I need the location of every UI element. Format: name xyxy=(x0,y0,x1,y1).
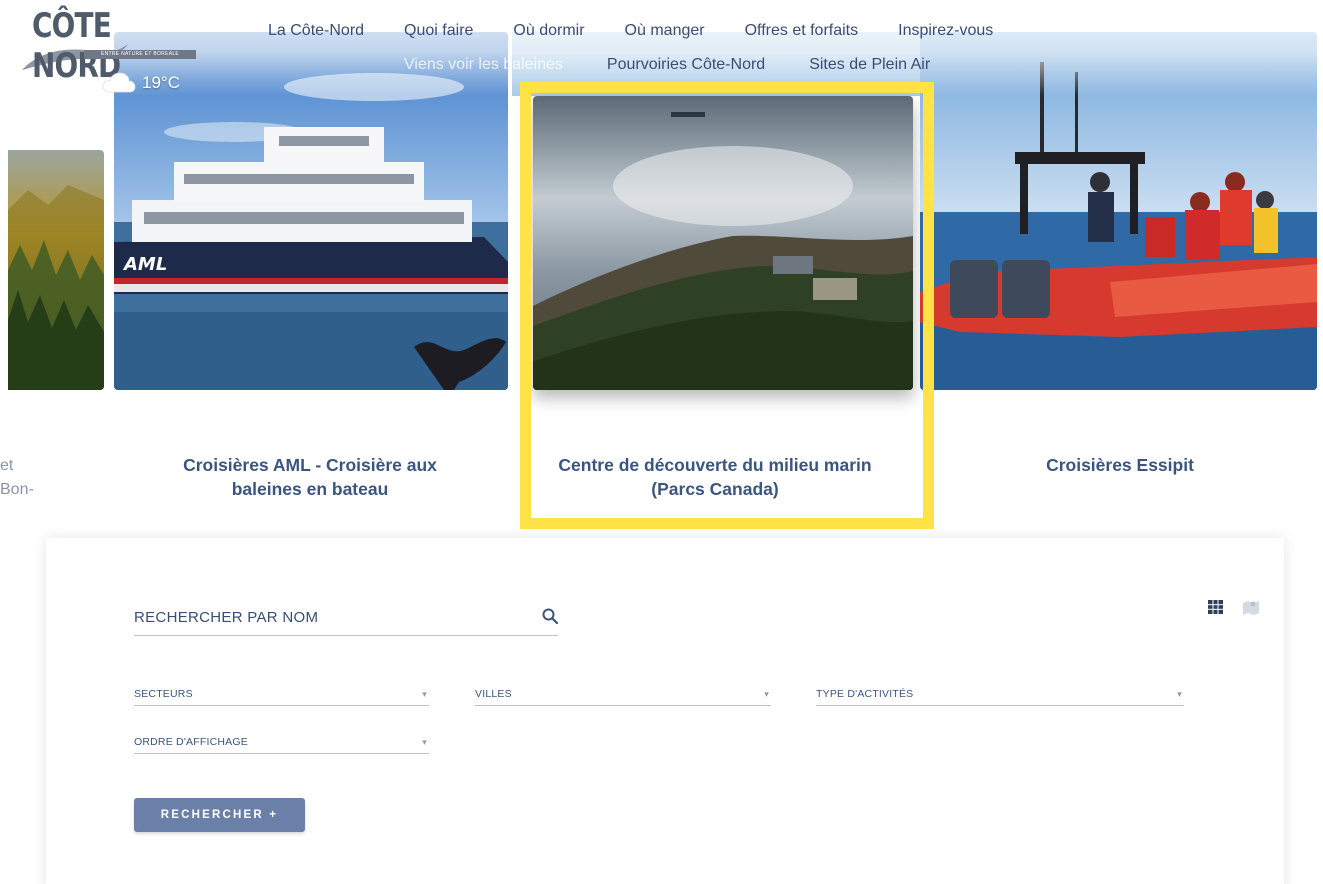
filter-type-activites[interactable]: TYPE D'ACTIVITÉS ▾ xyxy=(816,684,1184,706)
card-image-forest[interactable] xyxy=(8,150,104,390)
search-input[interactable] xyxy=(134,600,514,634)
chevron-down-icon: ▾ xyxy=(422,737,427,747)
filter-type-label: TYPE D'ACTIVITÉS xyxy=(816,688,914,700)
search-icon[interactable] xyxy=(542,608,558,624)
nav-item-la-cote-nord[interactable]: La Côte-Nord xyxy=(268,22,364,40)
search-button[interactable]: RECHERCHER + xyxy=(134,798,305,832)
top-nav-background xyxy=(0,0,1323,96)
forest-image xyxy=(8,150,104,390)
card-image-centre-decouverte[interactable] xyxy=(533,96,913,390)
weather-temperature: 19°C xyxy=(142,73,180,92)
nav-item-ou-manger[interactable]: Où manger xyxy=(625,22,705,40)
main-menu: La Côte-Nord Quoi faire Où dormir Où man… xyxy=(268,22,1033,40)
card-title-centre-decouverte[interactable]: Centre de découverte du milieu marin (Pa… xyxy=(545,453,885,501)
filter-villes-label: VILLES xyxy=(475,688,512,700)
nav-item-offres-forfaits[interactable]: Offres et forfaits xyxy=(745,22,859,40)
weather-widget: 19°C xyxy=(102,72,180,94)
map-view-icon[interactable] xyxy=(1242,599,1260,615)
nav-item-pourvoiries[interactable]: Pourvoiries Côte-Nord xyxy=(607,56,765,74)
filter-ordre-label: ORDRE D'AFFICHAGE xyxy=(134,736,248,748)
svg-text:AML: AML xyxy=(122,254,167,275)
card-title-aml[interactable]: Croisières AML - Croisière aux baleines … xyxy=(150,453,470,501)
chevron-down-icon: ▾ xyxy=(1177,689,1182,699)
grid-view-icon[interactable] xyxy=(1208,600,1223,614)
chevron-down-icon: ▾ xyxy=(422,689,427,699)
secondary-menu: Viens voir les baleines Pourvoiries Côte… xyxy=(404,56,974,74)
filter-secteurs-label: SECTEURS xyxy=(134,688,193,700)
search-field xyxy=(134,600,558,636)
card-title-essipit[interactable]: Croisières Essipit xyxy=(990,453,1250,477)
nav-item-ou-dormir[interactable]: Où dormir xyxy=(513,22,584,40)
nav-item-plein-air[interactable]: Sites de Plein Air xyxy=(809,56,930,74)
coast-image xyxy=(533,96,913,390)
filter-villes[interactable]: VILLES ▾ xyxy=(475,684,771,706)
nav-item-baleines[interactable]: Viens voir les baleines xyxy=(404,56,563,74)
filter-secteurs[interactable]: SECTEURS ▾ xyxy=(134,684,429,706)
site-logo[interactable]: CÔTE NORD ENTRE NATURE ET BOREALE xyxy=(20,6,196,86)
nav-item-inspirez-vous[interactable]: Inspirez-vous xyxy=(898,22,993,40)
chevron-down-icon: ▾ xyxy=(764,689,769,699)
logo-tagline: ENTRE NATURE ET BOREALE xyxy=(84,50,196,59)
cloud-icon xyxy=(102,72,136,93)
search-panel: SECTEURS ▾ VILLES ▾ TYPE D'ACTIVITÉS ▾ O… xyxy=(46,538,1284,884)
card-title-partial[interactable]: et Bon- xyxy=(0,454,40,502)
nav-item-quoi-faire[interactable]: Quoi faire xyxy=(404,22,473,40)
filter-ordre-affichage[interactable]: ORDRE D'AFFICHAGE ▾ xyxy=(134,732,429,754)
